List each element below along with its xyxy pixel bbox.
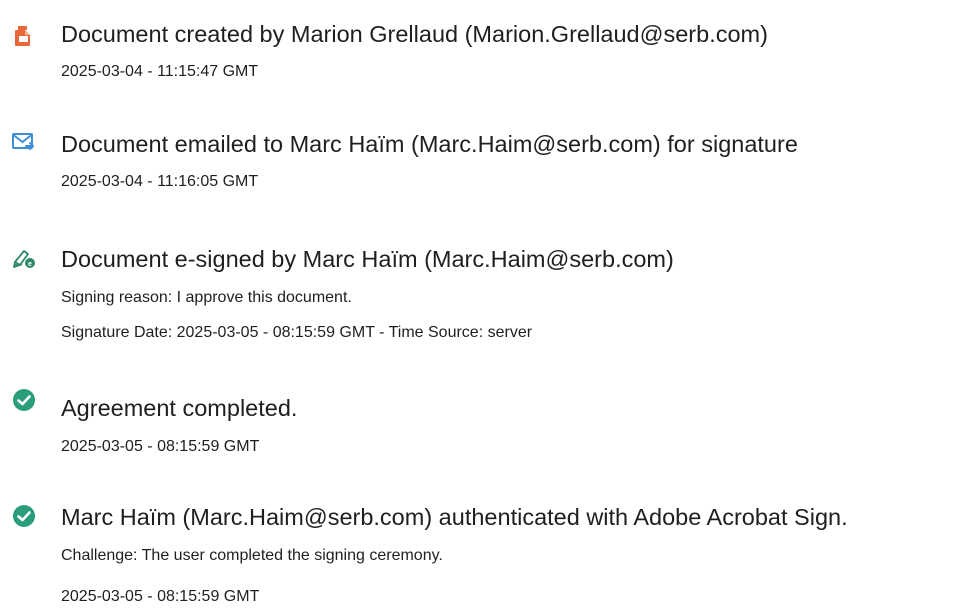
e-sign-pen-icon: e xyxy=(12,245,36,269)
event-title: Document created by Marion Grellaud (Mar… xyxy=(61,21,768,47)
check-circle-icon xyxy=(12,388,36,412)
signature-date: Signature Date: 2025-03-05 - 08:15:59 GM… xyxy=(61,324,533,341)
event-title: Document e-signed by Marc Haïm (Marc.Hai… xyxy=(61,246,674,272)
event-title: Agreement completed. xyxy=(61,395,298,421)
event-timestamp: 2025-03-04 - 11:16:05 GMT xyxy=(61,173,259,190)
challenge-text: Challenge: The user completed the signin… xyxy=(61,547,443,564)
event-title: Marc Haïm (Marc.Haim@serb.com) authentic… xyxy=(61,504,848,530)
document-created-icon xyxy=(12,24,36,48)
event-timestamp: 2025-03-04 - 11:15:47 GMT xyxy=(61,63,259,80)
event-timestamp: 2025-03-05 - 08:15:59 GMT xyxy=(61,588,260,605)
event-title: Document emailed to Marc Haïm (Marc.Haim… xyxy=(61,131,798,157)
event-timestamp: 2025-03-05 - 08:15:59 GMT xyxy=(61,438,260,455)
email-sent-icon xyxy=(12,131,36,155)
signing-reason: Signing reason: I approve this document. xyxy=(61,289,352,306)
check-circle-icon xyxy=(12,504,36,528)
svg-text:e: e xyxy=(28,261,32,268)
